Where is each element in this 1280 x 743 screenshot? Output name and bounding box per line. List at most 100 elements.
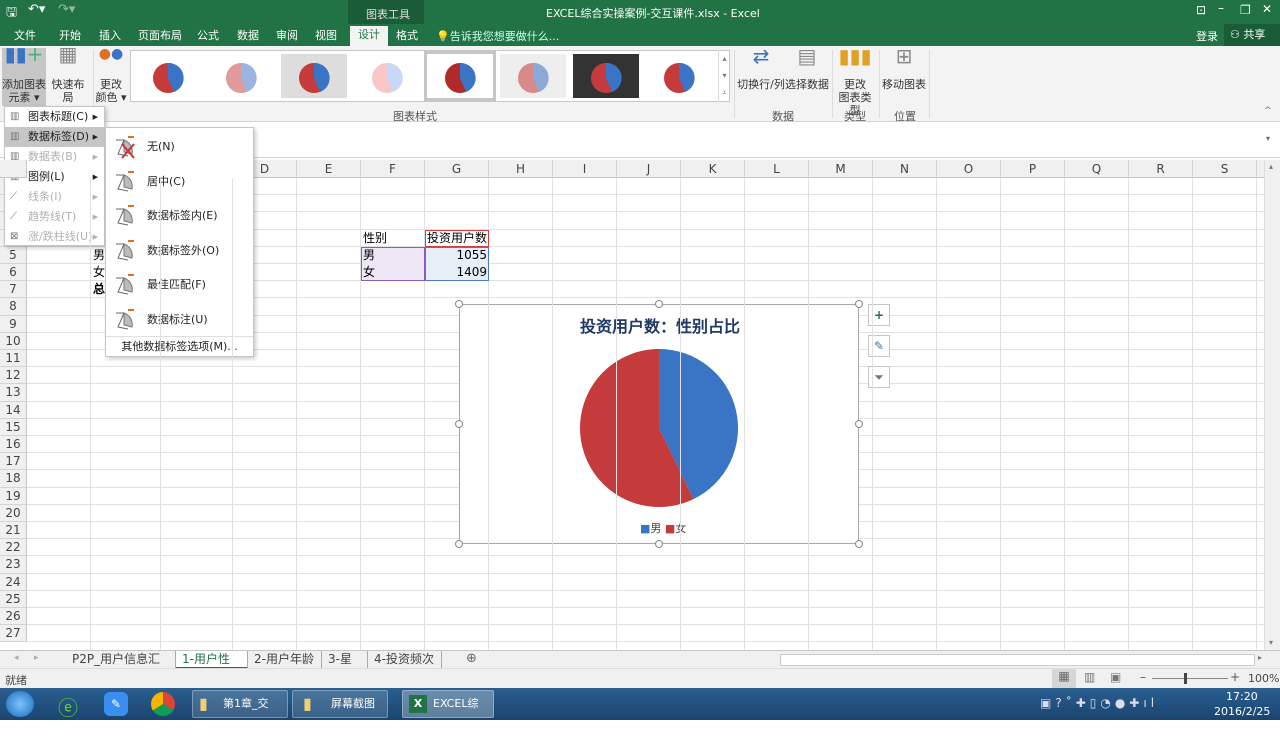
share-button[interactable]: ⚇ 共享 [1224,24,1280,46]
row-header[interactable]: 26 [0,608,27,626]
row-header[interactable]: 20 [0,504,27,522]
note-app-icon[interactable]: ✎ [104,692,128,716]
taskbar-item-folder[interactable]: ▮ 第1章_交互... [192,690,288,736]
data-label-option[interactable]: 数据标注(U) [106,303,253,337]
tab-scroll-right-icon[interactable]: ▸ [34,653,39,663]
row-header[interactable]: 24 [0,573,27,591]
sheet-tab[interactable]: P2P_用户信息汇总 [66,651,176,683]
row-header[interactable]: 6 [0,264,27,282]
minimize-button[interactable]: – [1218,1,1224,15]
column-header[interactable]: J [617,160,681,178]
scroll-down-icon[interactable]: ▾ [1269,638,1273,647]
tab-format[interactable]: 格式 [392,27,422,45]
horizontal-scrollbar[interactable] [780,654,1255,666]
chart-style-thumbnail[interactable] [281,54,347,98]
ribbon-display-icon[interactable]: ⊡ [1196,3,1206,17]
restore-button[interactable]: ❐ [1240,3,1251,17]
menu-item[interactable]: ▥ 图表标题(C) ▶ [5,107,104,127]
column-header[interactable]: G [425,160,489,178]
select-data-button[interactable]: ▤ 选择数据 [785,46,829,91]
tell-me-box[interactable]: 💡告诉我您想要做什么... [436,28,559,44]
chart-style-thumbnail[interactable] [573,54,639,98]
select-all-corner[interactable] [0,160,27,178]
save-icon[interactable]: 🖫 [6,3,17,25]
scroll-up-icon[interactable]: ▴ [1269,162,1273,171]
resize-handle[interactable] [455,540,463,548]
tab-review[interactable]: 审阅 [272,27,302,45]
row-header[interactable]: 22 [0,539,27,557]
zoom-slider-thumb[interactable] [1184,673,1187,684]
change-colors-button[interactable]: ●● 更改 颜色 ▾ [95,47,127,104]
row-header[interactable]: 21 [0,522,27,540]
column-header[interactable]: P [1001,160,1065,178]
row-header[interactable]: 12 [0,367,27,385]
row-header[interactable]: 19 [0,487,27,505]
collapse-ribbon-icon[interactable]: ^ [1264,106,1272,116]
start-button[interactable] [6,691,34,717]
row-header[interactable]: 5 [0,246,27,264]
vertical-scrollbar[interactable]: ▴ ▾ [1264,160,1280,650]
sheet-tab[interactable]: 1-用户性别 [176,651,248,683]
taskbar-item-excel[interactable]: X EXCEL综合... [402,690,494,736]
page-layout-view-icon[interactable]: ▥ [1084,670,1095,684]
column-header[interactable]: Q [1065,160,1129,178]
tab-scroll-left-icon[interactable]: ◂ [14,653,19,663]
row-header[interactable]: 18 [0,470,27,488]
row-header[interactable]: 11 [0,350,27,368]
more-data-label-options[interactable]: 其他数据标签选项(M)... [106,336,253,357]
column-header[interactable]: S [1193,160,1257,178]
switch-row-column-button[interactable]: ⇄ 切换行/列 [737,46,785,91]
page-break-view-icon[interactable]: ▣ [1110,670,1121,684]
resize-handle[interactable] [855,300,863,308]
column-header[interactable]: H [489,160,553,178]
row-header[interactable]: 13 [0,384,27,402]
sheet-tab[interactable]: 3-星座 [322,651,368,683]
zoom-slider[interactable] [1152,678,1228,679]
data-label-option[interactable]: 数据标签内(E) [106,199,253,233]
column-header[interactable]: N [873,160,937,178]
row-header[interactable]: 7 [0,281,27,299]
new-sheet-button[interactable]: ⊕ [466,651,477,666]
row-header[interactable]: 15 [0,418,27,436]
data-label-option[interactable]: 最佳匹配(F) [106,268,253,302]
resize-handle[interactable] [855,420,863,428]
tab-insert[interactable]: 插入 [95,27,125,45]
change-chart-type-button[interactable]: ▮▮▮ 更改 图表类型 [834,46,876,117]
move-chart-button[interactable]: ⊞ 移动图表 [881,46,927,91]
expand-formula-icon[interactable]: ▾ [1266,134,1270,143]
tab-design[interactable]: 设计 [350,26,388,46]
column-header[interactable]: L [745,160,809,178]
chrome-icon[interactable] [151,692,175,716]
row-header[interactable]: 23 [0,556,27,574]
row-header[interactable]: 25 [0,590,27,608]
chart-style-thumbnail[interactable] [646,54,712,98]
row-header[interactable]: 10 [0,332,27,350]
cell-F4[interactable]: 性别 [361,230,425,247]
undo-icon[interactable]: ↶▾ [28,2,45,17]
resize-handle[interactable] [655,540,663,548]
add-chart-element-button[interactable]: ▮▮+ 添加图表 元素 ▾ [2,44,46,106]
redo-icon[interactable]: ↷▾ [58,2,75,17]
resize-handle[interactable] [455,420,463,428]
column-header[interactable]: I [553,160,617,178]
normal-view-icon[interactable]: ▦ [1052,669,1076,688]
sheet-tab[interactable]: 2-用户年龄 [248,651,322,669]
menu-item[interactable]: ▥ 数据标签(D) ▶ [5,127,104,147]
taskbar-item-screenshots[interactable]: ▮ 屏幕截图 [292,690,388,718]
zoom-level[interactable]: 100% [1248,672,1279,685]
data-label-option[interactable]: 无(N) [106,130,253,164]
column-header[interactable]: R [1129,160,1193,178]
chart-style-thumbnail[interactable] [424,51,496,101]
close-button[interactable]: ✕ [1262,2,1272,16]
signin-link[interactable]: 登录 [1196,28,1218,44]
tab-view[interactable]: 视图 [311,27,341,45]
row-header[interactable]: 17 [0,453,27,471]
column-header[interactable]: E [297,160,361,178]
tab-formulas[interactable]: 公式 [193,27,223,45]
system-tray-icons[interactable]: ▣?˚✚▯◔●✚ıl [1040,696,1158,710]
scroll-right-icon[interactable]: ▸ [1258,653,1262,662]
chart-styles-gallery[interactable] [130,50,730,102]
chart-style-thumbnail[interactable] [208,54,274,98]
column-header[interactable]: F [361,160,425,178]
chart-style-thumbnail[interactable] [500,54,566,98]
